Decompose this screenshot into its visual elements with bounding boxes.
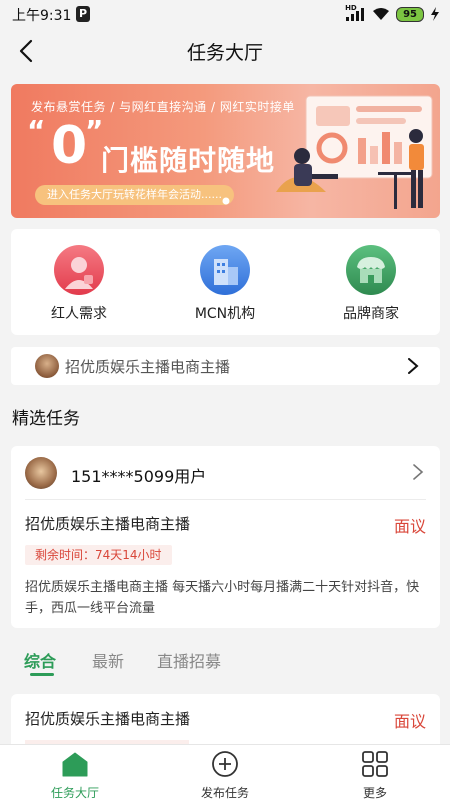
category-label: 红人需求	[51, 306, 107, 322]
tab-underline	[30, 673, 54, 676]
nav-more[interactable]: 更多	[330, 750, 420, 800]
office-illustration-icon	[276, 95, 433, 209]
nav-label: 任务大厅	[50, 786, 99, 800]
grid-icon	[362, 751, 388, 777]
bottom-nav: 任务大厅 发布任务 更多	[0, 744, 450, 800]
category-brand[interactable]: 品牌商家	[311, 245, 431, 323]
status-time: 上午9:31	[12, 8, 72, 24]
featured-task-card[interactable]: 151****5099用户 招优质娱乐主播电商主播 面议 剩余时间：74天14小…	[11, 446, 440, 628]
avatar	[35, 354, 59, 378]
promo-banner[interactable]: 发布悬赏任务 / 与网红直接沟通 / 网红实时接单 “ 0 ” 门槛随时随地 进…	[11, 84, 440, 218]
wifi-icon	[373, 8, 390, 20]
app-notification-icon: P	[76, 6, 90, 22]
category-label: MCN机构	[194, 306, 256, 322]
nav-label: 更多	[362, 786, 387, 800]
user-name: 151****5099用户	[71, 467, 207, 486]
network-type: HD	[345, 4, 357, 12]
task-title: 招优质娱乐主播电商主播	[25, 515, 191, 533]
building-icon	[200, 245, 250, 295]
category-label: 品牌商家	[343, 306, 399, 322]
plus-circle-icon	[212, 751, 238, 777]
banner-tagline: 发布悬赏任务 / 与网红直接沟通 / 网红实时接单	[31, 100, 295, 114]
notice-text: 招优质娱乐主播电商主播	[65, 358, 231, 376]
page-title: 任务大厅	[186, 42, 263, 64]
signal-icon: HD	[345, 4, 366, 21]
category-influencer-demand[interactable]: 红人需求	[19, 245, 139, 323]
chevron-right-icon[interactable]	[412, 464, 424, 480]
task-title: 招优质娱乐主播电商主播	[25, 710, 191, 728]
tab-live-recruit[interactable]: 直播招募	[157, 648, 221, 672]
nav-publish-task[interactable]: 发布任务	[180, 750, 270, 800]
section-title: 精选任务	[12, 409, 80, 429]
nav-label: 发布任务	[200, 786, 249, 800]
chevron-right-icon	[408, 358, 419, 374]
home-icon	[62, 752, 88, 777]
banner-cta[interactable]: 进入任务大厅玩转花样年会活动......	[35, 185, 234, 205]
category-panel: 红人需求 MCN机构 品牌商家	[11, 229, 440, 335]
carousel-dot-icon	[222, 197, 230, 205]
quote-open-icon: “	[27, 114, 46, 147]
battery-indicator: 95	[396, 6, 424, 22]
task-description: 招优质娱乐主播电商主播 每天播六小时每月播满二十天针对抖音，快手，西瓜一线平台流…	[25, 580, 420, 616]
divider	[25, 499, 426, 500]
task-price: 面议	[393, 712, 426, 731]
task-price: 面议	[393, 517, 426, 536]
status-bar: 上午9:31 P HD 95	[0, 0, 450, 28]
tab-latest[interactable]: 最新	[92, 648, 124, 672]
person-icon	[54, 245, 104, 295]
charging-icon	[431, 7, 439, 21]
banner-headline: 门槛随时随地	[101, 144, 276, 177]
nav-task-hall[interactable]: 任务大厅	[30, 750, 120, 800]
category-mcn[interactable]: MCN机构	[165, 245, 285, 323]
nav-bar: 任务大厅	[0, 28, 450, 74]
filter-tabs: 综合 最新 直播招募	[0, 640, 450, 680]
notice-bar[interactable]: 招优质娱乐主播电商主播	[11, 347, 440, 385]
avatar	[25, 457, 57, 489]
shop-icon	[346, 245, 396, 295]
tab-all[interactable]: 综合	[24, 648, 56, 672]
banner-zero: 0	[51, 116, 88, 176]
remaining-time-badge: 剩余时间：74天14小时	[25, 545, 172, 565]
